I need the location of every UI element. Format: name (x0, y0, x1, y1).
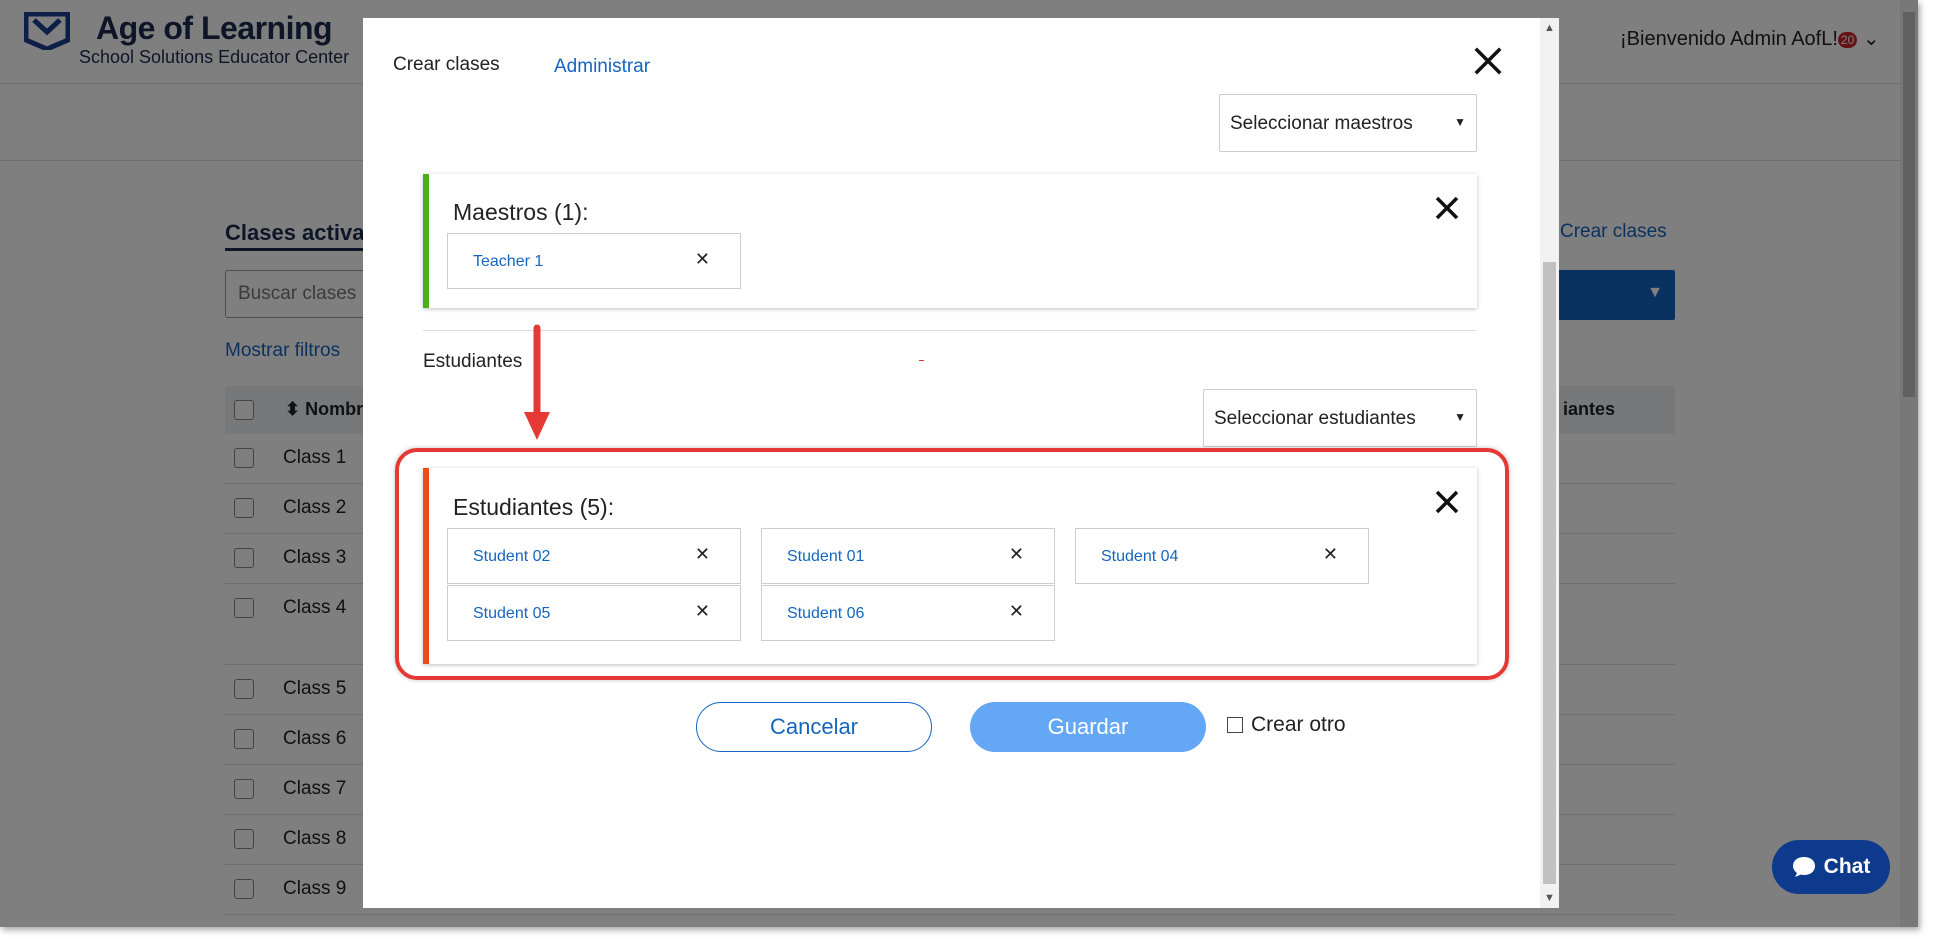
create-other-checkbox[interactable] (1227, 717, 1243, 733)
stray-mark (919, 360, 924, 361)
modal-scrollbar[interactable]: ▲ ▼ (1540, 18, 1559, 908)
create-other-label: Crear otro (1251, 713, 1346, 736)
create-other-option[interactable]: Crear otro (1227, 713, 1346, 737)
remove-icon[interactable]: ✕ (695, 249, 710, 270)
select-students-dropdown[interactable]: Seleccionar estudiantes ▼ (1203, 389, 1477, 447)
close-icon[interactable] (1433, 194, 1461, 222)
save-button[interactable]: Guardar (970, 702, 1206, 752)
app-window: Age of Learning School Solutions Educato… (0, 0, 1918, 927)
divider (423, 330, 1477, 331)
teachers-title: Maestros (1): (453, 199, 589, 225)
chat-button[interactable]: Chat (1772, 840, 1890, 894)
highlight-box (395, 448, 1509, 680)
teachers-card-accent (423, 174, 429, 308)
close-icon[interactable] (1473, 46, 1503, 76)
annotation-arrow-icon (524, 324, 550, 440)
scroll-down-icon[interactable]: ▼ (1544, 892, 1555, 904)
chat-bubble-icon (1792, 857, 1815, 877)
chat-label: Chat (1823, 855, 1871, 878)
select-students-label: Seleccionar estudiantes (1214, 408, 1416, 429)
tab-administer[interactable]: Administrar (554, 56, 650, 78)
create-classes-modal: Crear clases Administrar Seleccionar mae… (363, 18, 1559, 908)
cancel-button[interactable]: Cancelar (696, 702, 932, 752)
teacher-chip: Teacher 1 ✕ (447, 233, 741, 289)
chevron-down-icon: ▼ (1454, 115, 1466, 129)
select-teachers-label: Seleccionar maestros (1230, 113, 1413, 134)
chevron-down-icon: ▼ (1454, 410, 1466, 424)
scroll-up-icon[interactable]: ▲ (1544, 22, 1555, 34)
teacher-name: Teacher 1 (473, 253, 544, 270)
tab-create-classes[interactable]: Crear clases (393, 54, 500, 76)
teachers-card: Maestros (1): Teacher 1 ✕ (423, 174, 1477, 308)
students-section-label: Estudiantes (423, 351, 523, 372)
modal-scrollbar-thumb[interactable] (1543, 262, 1556, 884)
select-teachers-dropdown[interactable]: Seleccionar maestros ▼ (1219, 94, 1477, 152)
